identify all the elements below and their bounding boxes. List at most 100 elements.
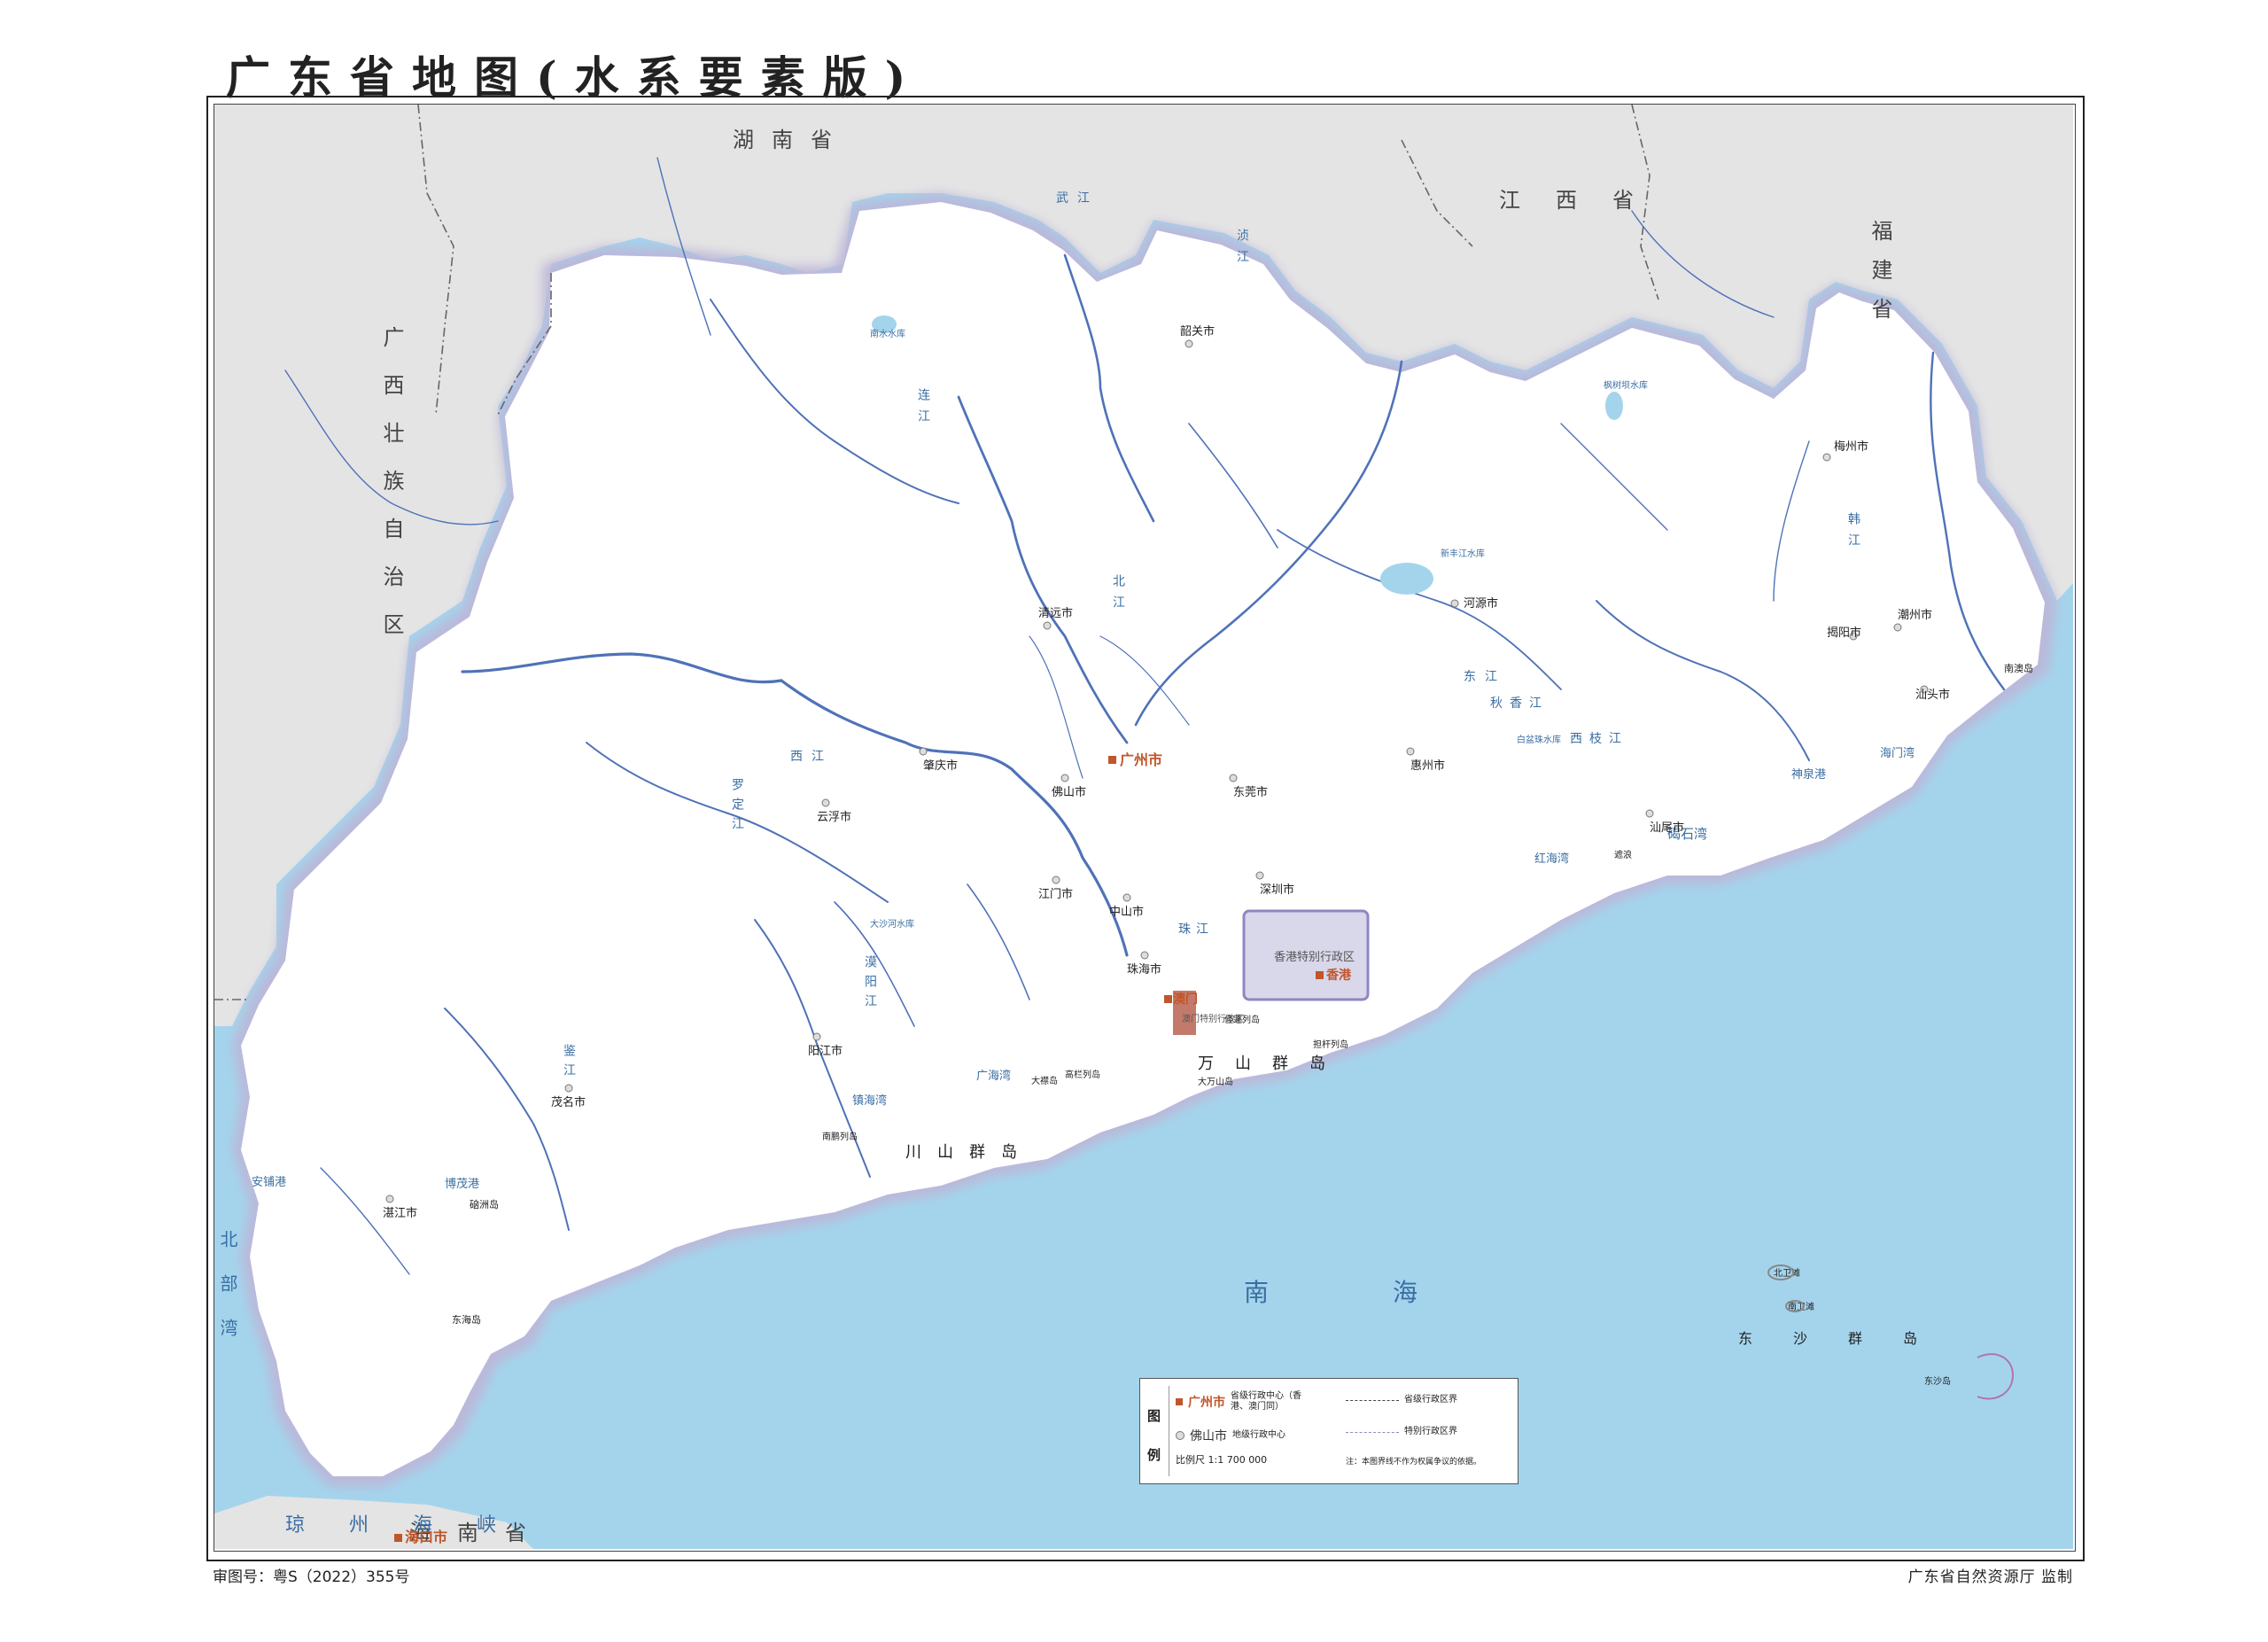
label-zhenjiang: 浈江	[1235, 229, 1249, 271]
label-haikou: 海口市	[405, 1529, 447, 1545]
label-xijiang: 西江	[790, 750, 833, 764]
label-shantou: 汕头市	[1915, 688, 1950, 702]
macau-marker	[1164, 995, 1172, 1003]
label-huizhou: 惠州市	[1410, 759, 1445, 773]
legend-prov-boundary: 省级行政区界	[1404, 1395, 1457, 1405]
label-wujiang: 武江	[1056, 191, 1099, 206]
supervisor-credit: 广东省自然资源厅 监制	[1907, 1568, 2073, 1586]
legend-title: 图例	[1147, 1408, 1161, 1463]
jiangmen-marker	[1052, 875, 1060, 884]
label-macau-sar: 澳门特别行政区	[1182, 1013, 1244, 1024]
prov-boundary-line-icon	[1346, 1399, 1399, 1401]
label-meizhou: 梅州市	[1834, 440, 1868, 454]
label-zhuhai: 珠海市	[1127, 962, 1161, 977]
map-canvas[interactable]: 湖南省 江西省 福建省 广西壮族自治区 海南省 南海 琼州海峡 北部湾 安铺港 …	[214, 105, 2073, 1549]
label-dangan: 担杆列岛	[1313, 1039, 1348, 1050]
label-nanao: 南澳岛	[2004, 662, 2033, 674]
approval-number: 审图号：粤S（2022）355号	[213, 1568, 410, 1586]
label-hk-sar: 香港特别行政区	[1274, 951, 1355, 964]
label-bomao: 博茂港	[445, 1178, 479, 1191]
label-shaoguan: 韶关市	[1180, 324, 1215, 339]
shaoguan-marker	[1184, 339, 1193, 348]
label-anpu: 安铺港	[252, 1176, 286, 1189]
zhaoqing-marker	[919, 747, 928, 756]
sar-boundary-line-icon	[1346, 1431, 1399, 1433]
meizhou-marker	[1822, 453, 1831, 462]
label-nanshui: 南水水库	[870, 328, 905, 339]
hongkong-marker	[1316, 971, 1324, 979]
label-naozhou: 硇洲岛	[470, 1198, 499, 1210]
label-zhelang: 遮浪	[1614, 849, 1632, 860]
label-zhongshan: 中山市	[1109, 905, 1144, 919]
heyuan-marker	[1450, 599, 1459, 608]
label-beibu: 北部湾	[217, 1230, 238, 1363]
dongguan-marker	[1229, 774, 1238, 782]
label-dongguan: 东莞市	[1233, 785, 1268, 799]
label-baipenzhu: 白盆珠水库	[1517, 734, 1561, 745]
label-honghai: 红海湾	[1534, 852, 1569, 866]
legend-row-note: 注：本图界线不作为权属争议的依据。	[1346, 1457, 1481, 1467]
guangzhou-marker	[1108, 756, 1116, 764]
label-chuanshan: 川山群岛	[905, 1143, 1033, 1162]
label-shanwei: 汕尾市	[1650, 821, 1684, 835]
xinfengjiang-reservoir	[1380, 563, 1433, 595]
map-legend: 图例 广州市 省级行政中心（香港、澳门同） 佛山市 地级行政中心 比例尺 1:1…	[1139, 1378, 1518, 1484]
label-dasha: 大沙河水库	[870, 918, 914, 930]
label-zhenhai: 镇海湾	[852, 1093, 887, 1108]
label-jiangmen: 江门市	[1038, 887, 1073, 901]
label-moyangjiang: 漠阳江	[863, 955, 877, 1014]
legend-capital-name: 广州市	[1188, 1396, 1225, 1410]
label-macau: 澳门	[1173, 992, 1198, 1007]
legend-row-scale: 比例尺 1:1 700 000	[1176, 1455, 1267, 1466]
label-donghai: 东海岛	[452, 1313, 481, 1326]
label-beijiang: 北江	[1111, 574, 1125, 617]
huizhou-marker	[1406, 747, 1415, 756]
label-qiuxiangjiang: 秋香江	[1490, 696, 1549, 711]
legend-note: 注：本图界线不作为权属争议的依据。	[1346, 1458, 1482, 1467]
label-xinfengjiang: 新丰江水库	[1441, 548, 1485, 559]
label-guangxi: 广西壮族自治区	[379, 326, 404, 661]
legend-scale: 比例尺 1:1 700 000	[1176, 1454, 1268, 1466]
label-luodingjiang: 罗定江	[730, 778, 744, 837]
label-yangjiang: 阳江市	[808, 1044, 843, 1058]
label-hunan: 湖南省	[733, 128, 850, 152]
foshan-marker	[1060, 774, 1069, 782]
label-yunfu: 云浮市	[817, 810, 851, 824]
legend-row-prefecture: 佛山市 地级行政中心	[1176, 1427, 1285, 1444]
label-dongjiang: 东江	[1464, 670, 1506, 684]
prefecture-dot-icon	[1176, 1431, 1184, 1440]
label-jieyang: 揭阳市	[1827, 626, 1861, 640]
label-heyuan: 河源市	[1464, 596, 1498, 611]
label-foshan: 佛山市	[1052, 785, 1086, 799]
label-guanghai: 广海湾	[976, 1069, 1011, 1083]
label-nanpeng: 南鹏列岛	[822, 1131, 858, 1142]
label-hongkong: 香港	[1325, 968, 1352, 983]
shanwei-marker	[1645, 809, 1654, 818]
label-dajin: 大襟岛	[1031, 1075, 1058, 1086]
label-zhaoqing: 肇庆市	[923, 759, 958, 773]
legend-sar-boundary: 特别行政区界	[1404, 1427, 1457, 1436]
chaozhou-marker	[1893, 623, 1902, 632]
label-xizhijiang: 西枝江	[1570, 732, 1628, 746]
capital-square-icon	[1176, 1398, 1183, 1405]
zhongshan-marker	[1122, 893, 1131, 902]
label-zhujiang: 珠江	[1178, 922, 1214, 937]
label-dawanshan: 大万山岛	[1198, 1076, 1233, 1087]
label-guangzhou: 广州市	[1120, 751, 1162, 768]
shenzhen-marker	[1255, 871, 1264, 880]
label-hanjiang: 韩江	[1846, 512, 1860, 555]
label-shenquan: 神泉港	[1791, 767, 1826, 782]
yunfu-marker	[821, 798, 830, 807]
label-beiwei: 北卫滩	[1774, 1267, 1800, 1279]
zhanjiang-marker	[385, 1195, 394, 1203]
label-chaozhou: 潮州市	[1898, 608, 1932, 622]
label-fengshuba: 枫树坝水库	[1604, 379, 1648, 391]
label-gaolan: 高栏列岛	[1065, 1069, 1100, 1080]
label-fujian: 福建省	[1868, 220, 1892, 337]
label-dongsha: 东沙群岛	[1738, 1330, 1958, 1347]
legend-row-prov-boundary: 省级行政区界	[1346, 1395, 1457, 1405]
fengshuba-reservoir	[1605, 392, 1623, 420]
legend-capital-desc: 省级行政中心（香港、澳门同）	[1231, 1391, 1301, 1412]
zhuhai-marker	[1140, 951, 1149, 960]
legend-prefecture-desc: 地级行政中心	[1232, 1430, 1285, 1440]
